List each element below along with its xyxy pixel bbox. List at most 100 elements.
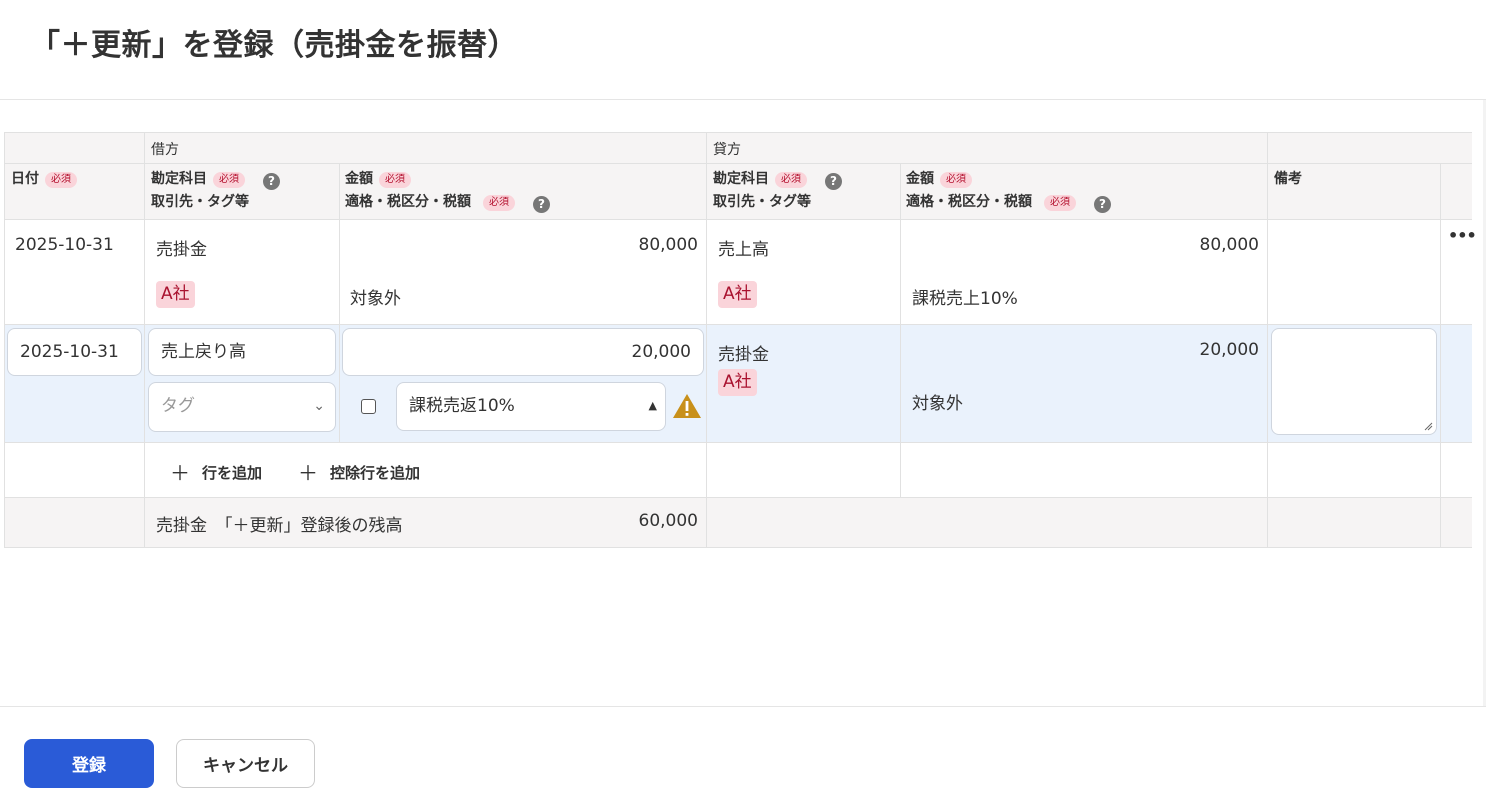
add-row-label: 行を追加: [202, 464, 263, 482]
tag-select-placeholder: タグ: [161, 396, 195, 416]
add-row-credit-account: [707, 443, 901, 498]
plus-icon: ＋: [298, 461, 318, 485]
debit-account-header: 勘定科目 必須? 取引先・タグ等: [145, 164, 340, 220]
header-spacer-right: [1268, 133, 1472, 164]
memo-textarea[interactable]: [1271, 328, 1437, 435]
credit-partner-header-label: 取引先・タグ等: [713, 194, 811, 210]
date-header-label: 日付: [11, 171, 39, 187]
account-input[interactable]: 売上戻り高: [148, 328, 336, 376]
add-deduction-row-button[interactable]: ＋ 控除行を追加: [298, 457, 420, 486]
footer-divider: [0, 706, 1486, 707]
credit-group-header: 貸方: [707, 133, 1268, 164]
amount-input-value: 20,000: [631, 342, 691, 362]
debit-account-header-label: 勘定科目: [151, 171, 207, 187]
table-row-1-debit-amount: 80,000 対象外: [340, 220, 707, 325]
table-row-2-debit-account: 売上戻り高 タグ ⌄: [145, 325, 340, 443]
table-row-2-debit-amount: 20,000 課税売返10% ▲︎: [340, 325, 707, 443]
qualified-invoice-checkbox[interactable]: [361, 399, 376, 414]
table-row-1-memo: [1268, 220, 1441, 325]
cancel-button[interactable]: キャンセル: [176, 739, 315, 788]
tag-select[interactable]: タグ ⌄: [148, 382, 336, 432]
date-input-value: 2025-10-31: [20, 342, 119, 362]
header-divider: [0, 99, 1486, 100]
add-row-memo: [1268, 443, 1441, 498]
amount-input[interactable]: 20,000: [342, 328, 704, 376]
add-row-spacer: [5, 443, 145, 498]
register-button[interactable]: 登録: [24, 739, 154, 788]
table-row-1-date: 2025-10-31: [5, 220, 145, 325]
table-row-2-credit-amount: 20,000 対象外: [901, 325, 1268, 443]
warning-icon[interactable]: [672, 393, 702, 419]
balance-actions: [1441, 498, 1472, 547]
updown-arrows-icon: ▲︎: [648, 399, 657, 412]
more-options-icon[interactable]: •••: [1448, 226, 1477, 245]
debit-group-header: 借方: [145, 133, 707, 164]
row1-debit-tax: 対象外: [350, 289, 401, 309]
add-row-actions: ＋ 行を追加 ＋ 控除行を追加: [145, 443, 707, 498]
row1-debit-amount: 80,000: [638, 235, 698, 255]
page-title: 「＋更新」を登録（売掛金を振替）: [30, 28, 518, 63]
tax-category-select-value: 課税売返10%: [409, 396, 515, 416]
table-row-2-credit-account: 売掛金 A社: [707, 325, 901, 443]
add-row-actions-right: [1441, 443, 1472, 498]
partner-tag: A社: [156, 281, 195, 308]
debit-amount-header-label: 金額: [345, 171, 373, 187]
credit-amount-header-label: 金額: [906, 171, 934, 187]
add-row-button[interactable]: ＋ 行を追加: [170, 457, 262, 486]
date-header: 日付 必須: [5, 164, 145, 220]
balance-memo: [1268, 498, 1441, 547]
journal-entry-table: 借方 貸方 日付 必須 勘定科目 必須? 取引先・タグ等 金額 必須 適格・税区分・税…: [4, 132, 1477, 548]
memo-header-label: 備考: [1274, 171, 1302, 187]
row1-debit-account: 売掛金: [156, 240, 207, 260]
row1-date: 2025-10-31: [15, 235, 114, 255]
partner-tag: A社: [718, 369, 757, 396]
row1-credit-tax: 課税売上10%: [912, 289, 1018, 309]
required-badge: 必須: [940, 172, 972, 188]
table-row-1-credit-amount: 80,000 課税売上10%: [901, 220, 1268, 325]
required-badge: 必須: [45, 172, 77, 188]
credit-group-label: 貸方: [713, 142, 741, 158]
table-row-2-memo: [1268, 325, 1441, 443]
credit-account-header-label: 勘定科目: [713, 171, 769, 187]
required-badge: 必須: [1044, 195, 1076, 211]
debit-tax-header-label: 適格・税区分・税額: [345, 194, 471, 210]
help-icon[interactable]: ?: [533, 196, 550, 213]
table-row-1-credit-account: 売上高 A社: [707, 220, 901, 325]
help-icon[interactable]: ?: [1094, 196, 1111, 213]
tax-category-select[interactable]: 課税売返10% ▲︎: [396, 382, 666, 431]
date-input[interactable]: 2025-10-31: [7, 328, 142, 376]
table-row-2-date: 2025-10-31: [5, 325, 145, 443]
required-badge: 必須: [213, 172, 245, 188]
row1-credit-account: 売上高: [718, 240, 769, 260]
debit-partner-header-label: 取引先・タグ等: [151, 194, 249, 210]
row2-credit-account: 売掛金: [718, 345, 769, 365]
account-input-value: 売上戻り高: [161, 342, 246, 362]
row1-credit-amount: 80,000: [1199, 235, 1259, 255]
balance-credit: [707, 498, 1268, 547]
help-icon[interactable]: ?: [263, 173, 280, 190]
debit-amount-header: 金額 必須 適格・税区分・税額 必須?: [340, 164, 707, 220]
credit-account-header: 勘定科目 必須? 取引先・タグ等: [707, 164, 901, 220]
help-icon[interactable]: ?: [825, 173, 842, 190]
balance-row: 売掛金 「＋更新」登録後の残高 60,000: [145, 498, 707, 547]
row2-credit-amount: 20,000: [1199, 340, 1259, 360]
plus-icon: ＋: [170, 461, 190, 485]
required-badge: 必須: [483, 195, 515, 211]
credit-tax-header-label: 適格・税区分・税額: [906, 194, 1032, 210]
chevron-down-icon: ⌄: [313, 398, 325, 414]
table-row-2-actions: [1441, 325, 1472, 443]
partner-tag: A社: [718, 281, 757, 308]
credit-amount-header: 金額 必須 適格・税区分・税額 必須?: [901, 164, 1268, 220]
required-badge: 必須: [379, 172, 411, 188]
debit-group-label: 借方: [151, 142, 179, 158]
row2-credit-tax: 対象外: [912, 394, 963, 414]
add-deduction-row-label: 控除行を追加: [330, 464, 421, 482]
balance-spacer: [5, 498, 145, 547]
table-row-1-actions: •••: [1441, 220, 1477, 325]
table-row-1-debit-account: 売掛金 A社: [145, 220, 340, 325]
balance-label: 売掛金 「＋更新」登録後の残高: [156, 516, 403, 536]
required-badge: 必須: [775, 172, 807, 188]
actions-header: [1441, 164, 1472, 220]
balance-value: 60,000: [638, 511, 698, 531]
resize-handle-icon[interactable]: [1424, 422, 1433, 431]
